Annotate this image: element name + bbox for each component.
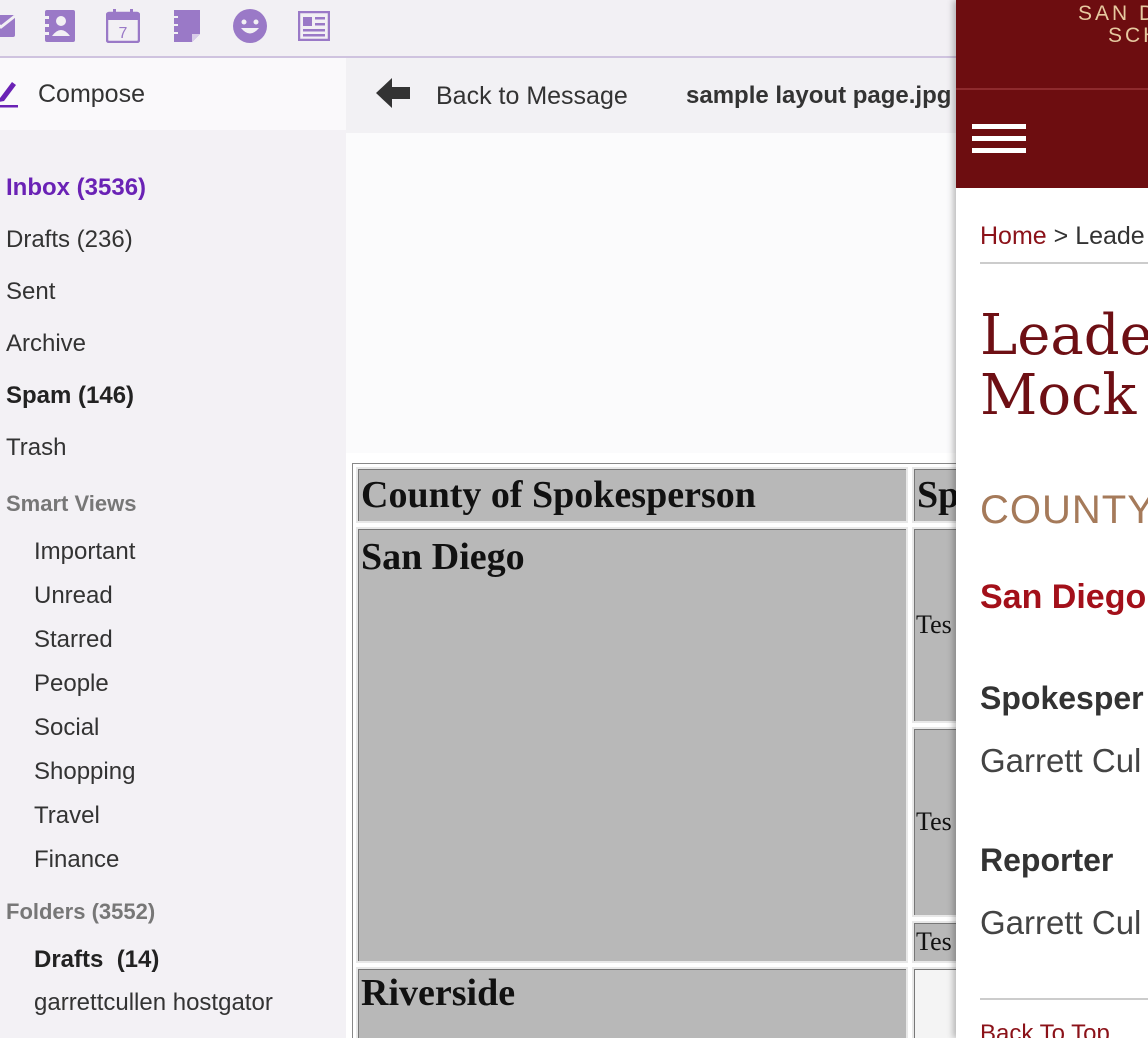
header-divider: [956, 88, 1148, 90]
viewer-header: Back to Message sample layout page.jpg: [346, 58, 956, 133]
section-divider: [980, 998, 1148, 1000]
reporter-label: Reporter: [980, 842, 1114, 878]
folder-sent[interactable]: Sent: [6, 278, 55, 306]
page-title-line2: Mock L: [980, 363, 1148, 428]
folders-heading[interactable]: Folders (3552): [6, 899, 155, 925]
table-cell-county: San Diego: [356, 527, 908, 963]
table-cell-test: Tes: [912, 921, 956, 963]
layout-table: County of Spokesperson Sp San Diego Tes …: [352, 463, 956, 1038]
folder-archive[interactable]: Archive: [6, 330, 86, 358]
site-logo-line2[interactable]: SCH: [1108, 24, 1148, 48]
county-name: San Diego: [980, 578, 1147, 616]
smart-view-finance[interactable]: Finance: [34, 846, 119, 874]
breadcrumb-divider: [980, 262, 1148, 264]
smart-view-travel[interactable]: Travel: [34, 802, 100, 830]
page-title-line1: Leader: [980, 303, 1148, 368]
mail-icon[interactable]: [0, 9, 18, 43]
smart-view-starred[interactable]: Starred: [34, 626, 113, 654]
notepad-icon[interactable]: [170, 9, 204, 43]
pencil-icon: [0, 82, 18, 108]
contacts-icon[interactable]: [43, 9, 77, 43]
table-cell-test: Tes: [912, 527, 956, 723]
folder-spam[interactable]: Spam (146): [6, 382, 134, 410]
folder-garrettcullen-hostgator[interactable]: garrettcullen hostgator: [34, 989, 273, 1017]
back-to-message-link[interactable]: Back to Message: [436, 82, 628, 111]
smart-views-heading[interactable]: Smart Views: [6, 491, 136, 517]
folder-drafts[interactable]: Drafts (236): [6, 226, 133, 254]
site-logo-line1[interactable]: SAN D: [1078, 2, 1148, 26]
table-header-second: Sp: [912, 467, 956, 523]
smart-view-unread[interactable]: Unread: [34, 582, 113, 610]
page-title: Leader Mock L: [980, 306, 1148, 426]
breadcrumb-current: Leade: [1075, 222, 1145, 250]
table-header-county: County of Spokesperson: [356, 467, 908, 523]
attachment-viewer: Back to Message sample layout page.jpg C…: [346, 58, 956, 1038]
spokesperson-value: Garrett Cul: [980, 742, 1142, 779]
compose-button[interactable]: Compose: [0, 58, 346, 130]
mail-sidebar: Compose Inbox (3536) Drafts (236) Sent A…: [0, 58, 346, 1038]
smart-view-people[interactable]: People: [34, 670, 109, 698]
compose-label: Compose: [38, 80, 145, 108]
breadcrumb-separator: >: [1046, 222, 1076, 250]
site-header: SAN D SCH: [956, 0, 1148, 188]
folder-drafts-sub[interactable]: Drafts (14): [34, 946, 159, 974]
hamburger-menu-icon[interactable]: [972, 124, 1026, 156]
smart-view-social[interactable]: Social: [34, 714, 99, 742]
back-to-top-link[interactable]: Back To Top: [980, 1020, 1110, 1038]
calendar-day: 7: [119, 25, 128, 42]
table-cell-empty: [912, 967, 956, 1038]
attachment-filename: sample layout page.jpg: [686, 82, 952, 109]
attachment-image: County of Spokesperson Sp San Diego Tes …: [346, 453, 956, 1038]
spokesperson-label: Spokesper: [980, 680, 1144, 716]
website-window: SAN D SCH Home > Leade Leader Mock L COU…: [956, 0, 1148, 1038]
table-cell-test: Tes: [912, 727, 956, 917]
calendar-icon[interactable]: 7: [106, 9, 140, 43]
newsfeed-icon[interactable]: [297, 9, 331, 43]
smart-view-shopping[interactable]: Shopping: [34, 758, 135, 786]
county-heading: COUNTY: [980, 488, 1148, 532]
folder-inbox[interactable]: Inbox (3536): [6, 174, 146, 202]
breadcrumb-home-link[interactable]: Home: [980, 222, 1047, 250]
back-arrow-icon[interactable]: [376, 76, 412, 110]
reporter-value: Garrett Cul: [980, 904, 1142, 941]
smart-view-important[interactable]: Important: [34, 538, 135, 566]
messenger-smiley-icon[interactable]: [233, 9, 267, 43]
table-cell-county: Riverside: [356, 967, 908, 1038]
folder-trash[interactable]: Trash: [6, 434, 66, 462]
breadcrumb: Home > Leade: [980, 222, 1145, 251]
